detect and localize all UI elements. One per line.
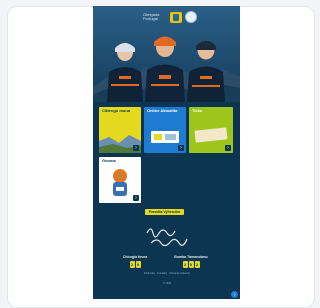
tile-cittengo[interactable]: Cittengo mona › <box>99 107 141 153</box>
athlete-center-image <box>145 36 185 102</box>
count-left: Chirugia fovea 2 0 <box>115 255 155 268</box>
app-badge-icon <box>151 131 179 143</box>
logo-mark-icon <box>170 11 182 23</box>
tile-label: Gonma <box>102 158 116 163</box>
athlete-right-image <box>187 40 225 102</box>
arrow-right-icon: › <box>178 145 184 151</box>
tile-gonma[interactable]: Gonma › <box>99 157 141 203</box>
hero-banner: Obrigada Portugal <box>93 6 240 102</box>
ticket-icon <box>194 127 228 143</box>
brand-logo[interactable]: Obrigada Portugal <box>143 10 197 24</box>
athlete-left-image <box>107 43 143 102</box>
footer-copyright: © 2024 <box>162 282 172 285</box>
arrow-right-icon: › <box>133 145 139 151</box>
tile-tisko[interactable]: Tisko › <box>189 107 233 153</box>
count-title: Bomba Tomanokmu <box>174 255 208 259</box>
footer-links[interactable]: Podmínky · Kontakty · Ochrana soukromí <box>117 272 217 275</box>
count-right: Bomba Tomanokmu 2 0 2 <box>171 255 211 268</box>
mascot-icon <box>113 169 127 196</box>
help-icon[interactable]: ? <box>231 291 238 298</box>
tile-online[interactable]: Online Aktualita › <box>144 107 186 153</box>
digit: 2 <box>194 261 200 268</box>
digit: 2 <box>182 261 188 268</box>
digit: 0 <box>188 261 194 268</box>
tile-label: Online Aktualita <box>147 108 178 113</box>
count-digits: 2 0 2 <box>171 261 211 268</box>
count-digits: 2 0 <box>115 261 155 268</box>
mobile-page: Obrigada Portugal Cittengo mona › Online… <box>93 6 240 299</box>
arrow-right-icon: › <box>133 195 139 201</box>
digit: 0 <box>135 261 141 268</box>
arrow-right-icon: › <box>225 145 231 151</box>
logo-text: Obrigada Portugal <box>143 12 160 21</box>
signature-icon <box>146 228 188 247</box>
digit: 2 <box>129 261 135 268</box>
tile-label: Cittengo mona <box>102 108 130 113</box>
count-title: Chirugia fovea <box>122 255 148 259</box>
partner-logo-icon <box>185 11 197 23</box>
tile-label: Tisko <box>192 108 203 113</box>
rules-button[interactable]: Pravidla Výhercům <box>145 209 184 215</box>
